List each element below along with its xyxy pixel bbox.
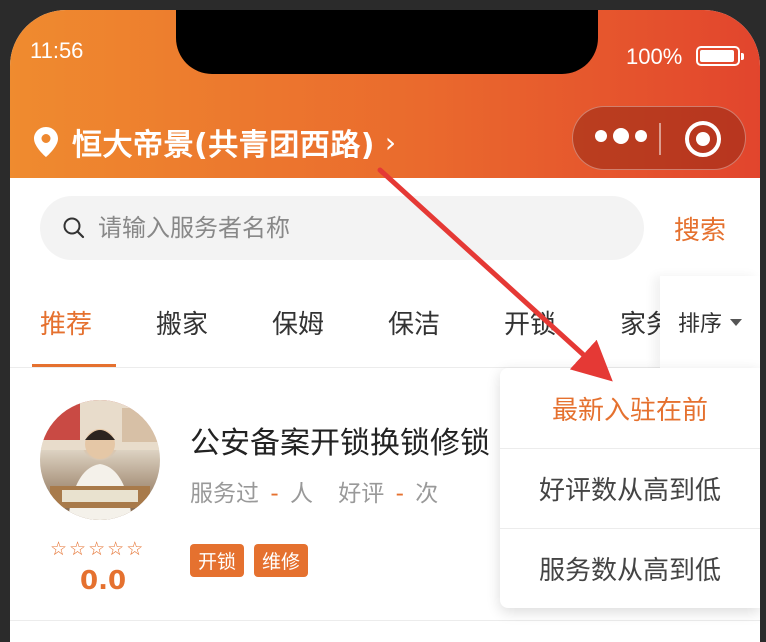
target-circle-icon[interactable] <box>685 121 721 157</box>
reviews-value: - <box>395 481 404 507</box>
tab-cleaning[interactable]: 保洁 <box>388 304 440 341</box>
tag-badge: 开锁 <box>190 544 245 577</box>
sort-option-services[interactable]: 服务数从高到低 <box>500 528 760 608</box>
sort-label: 排序 <box>677 312 722 337</box>
search-button[interactable]: 搜索 <box>674 210 726 247</box>
sort-button[interactable]: 排序 <box>660 276 760 368</box>
location-pin-icon <box>34 127 58 157</box>
battery-icon <box>696 46 744 66</box>
more-dots-icon[interactable] <box>595 128 647 144</box>
provider-stats: 服务过 - 人 好评 - 次 <box>190 474 438 508</box>
card-divider <box>10 620 760 621</box>
battery-percent: 100% <box>626 44 683 69</box>
star-icon: ☆ <box>126 538 144 560</box>
rating-score: 0.0 <box>80 566 127 596</box>
service-tags: 开锁 维修 <box>190 544 309 577</box>
search-input[interactable] <box>98 214 598 242</box>
reviews-unit: 次 <box>415 481 439 507</box>
status-time: 11:56 <box>30 38 84 63</box>
sort-option-reviews[interactable]: 好评数从高到低 <box>500 448 760 528</box>
tab-recommend[interactable]: 推荐 <box>40 304 92 341</box>
served-label: 服务过 <box>190 481 259 507</box>
location-selector[interactable]: 恒大帝景(共青团西路) › <box>34 120 396 164</box>
tag-badge: 维修 <box>254 544 309 577</box>
header-bar: 11:56 100% 恒大帝景(共青团西路) › <box>10 10 760 178</box>
provider-name: 公安备案开锁换锁修锁 <box>190 426 490 461</box>
served-unit: 人 <box>289 481 313 507</box>
location-name: 恒大帝景(共青团西路) <box>72 128 375 163</box>
star-icon: ☆ <box>50 538 68 560</box>
chevron-right-icon: › <box>384 125 397 159</box>
search-icon <box>63 217 85 239</box>
caret-down-icon <box>730 318 742 326</box>
avatar <box>40 400 160 520</box>
capsule-divider <box>659 123 661 155</box>
tab-nanny[interactable]: 保姆 <box>272 304 324 341</box>
rating-stars: ☆ ☆ ☆ ☆ ☆ <box>50 540 143 559</box>
sort-dropdown: 最新入驻在前 好评数从高到低 服务数从高到低 <box>500 368 760 608</box>
phone-screen: 11:56 100% 恒大帝景(共青团西路) › 搜索 推荐 搬家 保姆 保洁 … <box>10 10 760 642</box>
star-icon: ☆ <box>69 538 87 560</box>
miniprogram-capsule <box>572 106 746 170</box>
search-bar <box>40 196 644 260</box>
tab-moving[interactable]: 搬家 <box>156 304 208 341</box>
served-value: - <box>270 481 279 507</box>
sort-option-newest[interactable]: 最新入驻在前 <box>500 368 760 448</box>
star-icon: ☆ <box>107 538 125 560</box>
star-icon: ☆ <box>88 538 106 560</box>
reviews-label: 好评 <box>338 481 385 507</box>
tab-locksmith[interactable]: 开锁 <box>504 304 556 341</box>
category-tabs: 推荐 搬家 保姆 保洁 开锁 家务 <box>10 286 760 368</box>
device-notch <box>176 10 598 74</box>
